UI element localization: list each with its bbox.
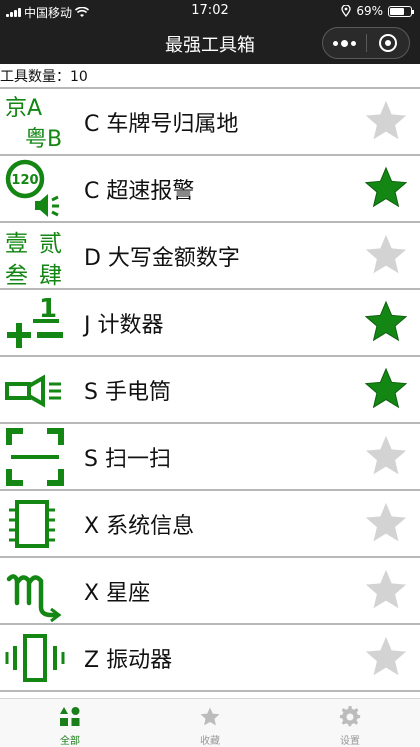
speed-alarm-icon: 120 (2, 156, 68, 222)
scorpio-icon (2, 558, 68, 624)
tool-row[interactable]: Z 振动器 (0, 623, 420, 692)
tool-label: S 扫一扫 (84, 446, 171, 472)
battery-percent: 69% (356, 4, 383, 18)
mini-program-capsule (322, 27, 410, 59)
tab-label: 设置 (340, 736, 360, 747)
license-plate-icon: 京A 粤B (2, 89, 68, 155)
tool-label: C 车牌号归属地 (84, 111, 239, 137)
favorite-star-button[interactable] (362, 165, 410, 213)
star-icon (365, 234, 407, 273)
tool-label: C 超速报警 (84, 178, 195, 204)
favorite-star-button[interactable] (362, 433, 410, 481)
vibration-icon (2, 625, 68, 691)
star-icon (365, 569, 407, 608)
tool-label: D 大写金额数字 (84, 245, 240, 271)
close-target-icon (378, 34, 397, 52)
tab-bar: 全部 收藏 设置 (0, 698, 420, 747)
svg-text:叁: 叁 (5, 263, 28, 288)
tool-label: J 计数器 (84, 312, 164, 338)
tool-row[interactable]: X 星座 (0, 556, 420, 625)
star-icon (364, 166, 408, 207)
favorite-star-button[interactable] (362, 634, 410, 682)
tool-label: X 星座 (84, 580, 151, 606)
nav-bar: 最强工具箱 (0, 22, 420, 64)
tab-all[interactable]: 全部 (0, 699, 140, 747)
star-icon (200, 707, 220, 726)
favorite-star-button[interactable] (362, 299, 410, 347)
svg-text:肆: 肆 (39, 263, 62, 288)
status-bar: 中国移动 17:02 69% (0, 0, 420, 22)
scan-icon (2, 424, 68, 490)
favorite-star-button[interactable] (362, 232, 410, 280)
svg-text:贰: 贰 (39, 231, 62, 257)
tool-count-value: 10 (70, 69, 88, 85)
more-menu-button[interactable] (323, 28, 366, 58)
star-icon (364, 367, 408, 408)
favorite-star-button[interactable] (362, 366, 410, 414)
svg-text:壹: 壹 (5, 231, 28, 257)
star-icon (365, 636, 407, 675)
gear-icon (339, 706, 361, 727)
counter-icon: 1 (2, 290, 68, 356)
tab-favorites[interactable]: 收藏 (140, 699, 280, 747)
battery-icon (388, 5, 414, 17)
star-icon (365, 502, 407, 541)
star-icon (365, 100, 407, 139)
svg-text:京A: 京A (5, 96, 42, 121)
all-grid-icon (60, 707, 80, 726)
favorite-star-button[interactable] (362, 98, 410, 146)
favorite-star-button[interactable] (362, 567, 410, 615)
tool-row[interactable]: 京A 粤B C 车牌号归属地 (0, 87, 420, 156)
tab-settings[interactable]: 设置 (280, 699, 420, 747)
favorite-star-button[interactable] (362, 500, 410, 548)
tool-label: Z 振动器 (84, 647, 173, 673)
tool-label: S 手电筒 (84, 379, 171, 405)
tool-row[interactable]: 壹 贰 叁 肆 D 大写金额数字 (0, 221, 420, 290)
location-icon (341, 5, 351, 17)
tool-row[interactable]: 1 J 计数器 (0, 288, 420, 357)
flashlight-icon (2, 357, 68, 423)
tool-label: X 系统信息 (84, 513, 195, 539)
chip-icon (2, 491, 68, 557)
tool-row[interactable]: S 手电筒 (0, 355, 420, 424)
tool-list: 京A 粤B C 车牌号归属地 120 C 超速报警 壹 贰 叁 肆 D 大写金额… (0, 87, 420, 698)
close-mini-program-button[interactable] (367, 28, 409, 58)
star-icon (365, 435, 407, 474)
status-right: 69% (341, 4, 414, 18)
star-icon (364, 300, 408, 341)
tab-label: 全部 (60, 736, 80, 747)
svg-text:120: 120 (11, 173, 38, 188)
svg-text:粤B: 粤B (25, 127, 62, 152)
tool-count-label: 工具数量： (0, 69, 70, 85)
tool-count: 工具数量：10 (0, 66, 88, 86)
tab-label: 收藏 (200, 736, 220, 747)
tool-row[interactable]: S 扫一扫 (0, 422, 420, 491)
tool-row[interactable]: 120 C 超速报警 (0, 154, 420, 223)
chinese-numerals-icon: 壹 贰 叁 肆 (2, 223, 68, 289)
tool-row[interactable]: X 系统信息 (0, 489, 420, 558)
